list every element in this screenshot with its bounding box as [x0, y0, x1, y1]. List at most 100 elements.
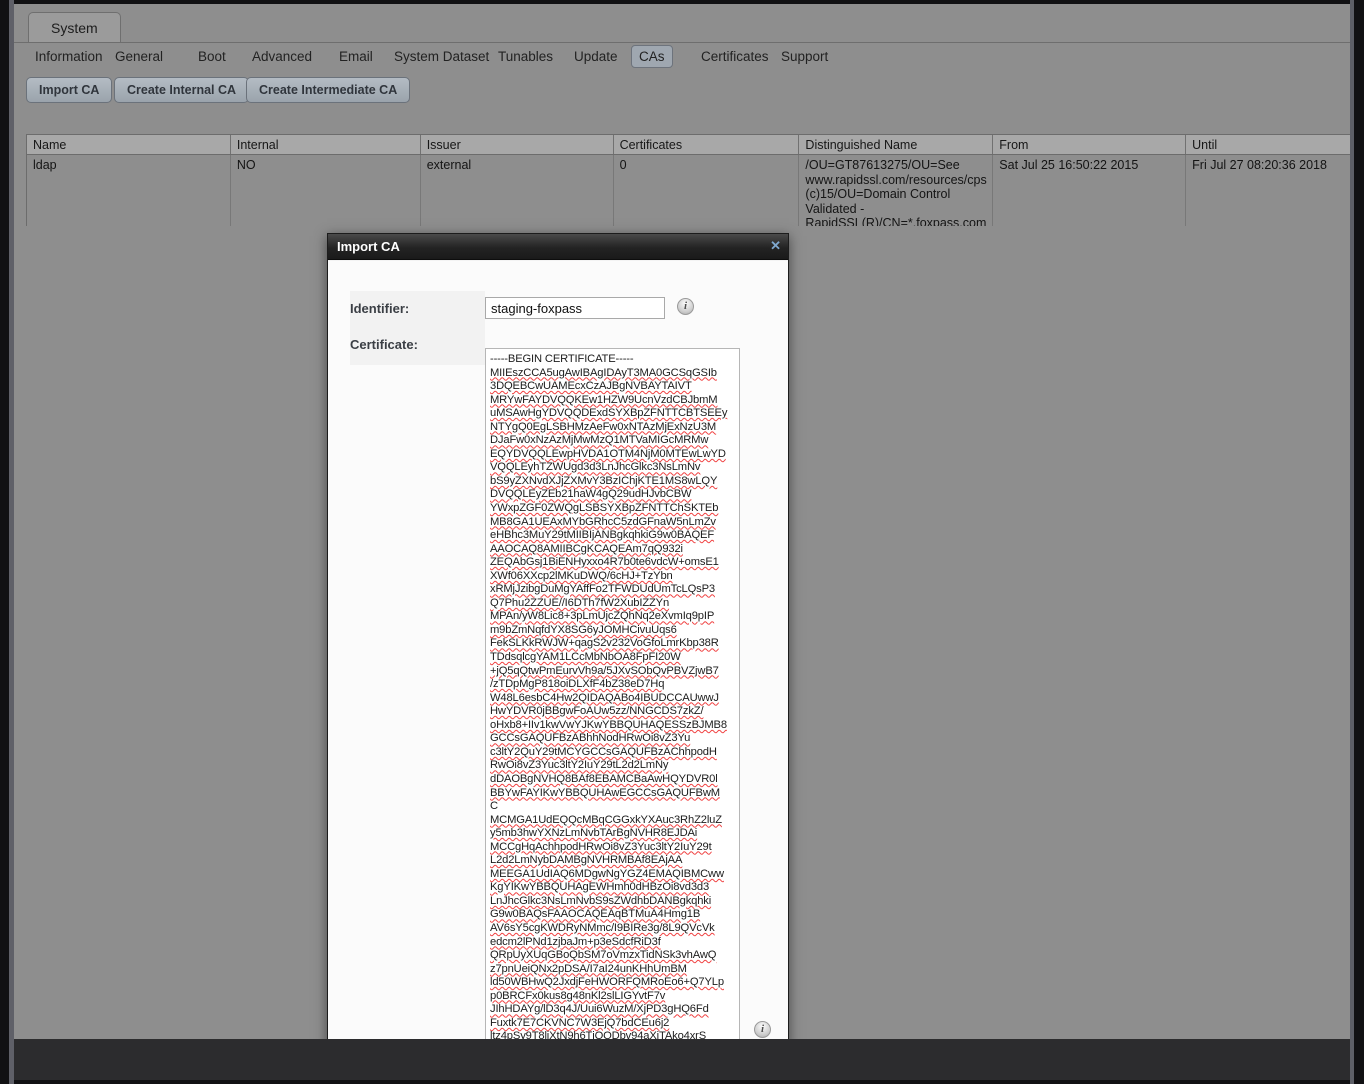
certificate-line: QRpUyXUqGBoQbSM7oVmzxTidNSk3vhAwQ [490, 949, 717, 962]
create-intermediate-ca-button[interactable]: Create Intermediate CA [246, 77, 411, 103]
certificate-line: m9bZmNqfdYX8SG6yJOMHCivuUqs6 [490, 623, 677, 636]
certificate-line: MB8GA1UEAxMYbGRhcC5zdGFnaW5nLmZv [490, 515, 716, 528]
import-ca-button[interactable]: Import CA [26, 77, 113, 103]
dialog-title: Import CA [337, 239, 400, 254]
sub-navigation: Information General Boot Advanced Email Syste… [14, 43, 1350, 70]
nav-item-system-dataset[interactable]: System Dataset [387, 46, 496, 67]
column-header-distinguished-name[interactable]: Distinguished Name [799, 135, 994, 154]
close-icon[interactable]: ✕ [770, 239, 781, 253]
certificate-line: MIIEszCCA5ugAwIBAgIDAyT3MA0GCSqGSIb [490, 366, 717, 379]
cell-issuer: external [421, 155, 614, 226]
nav-item-update[interactable]: Update [567, 46, 625, 67]
certificate-line: -----BEGIN CERTIFICATE----- [490, 353, 634, 365]
certificate-line: p0BRCFx0kus8g48nKl2slLIGYvtF7v [490, 989, 666, 1002]
certificate-line: GCCsGAQUFBzABhhNodHRwOi8vZ3Yu [490, 732, 691, 745]
page-viewport: System Information General Boot Advanced Ema… [14, 4, 1350, 1039]
identifier-label: Identifier: [350, 301, 410, 316]
browser-right-edge [1350, 0, 1354, 1084]
certificate-line: z7pnUeiQNx2pDSA/I7aI24unKHhUmBM [490, 962, 687, 975]
certificate-line: YWxpZGF0ZWQgLSBSYXBpZFNTTChSKTEb [490, 502, 719, 515]
tab-strip: System [14, 4, 1350, 43]
column-header-from[interactable]: From [993, 135, 1187, 154]
certificate-line: +jQ5qQtwPmEurvVh9a/5JXvSObQvPBVZjwB7 [490, 664, 719, 677]
certificate-line: DVQQLEyZEb21haW4gQ29udHJvbCBW [490, 488, 692, 501]
nav-item-support[interactable]: Support [774, 46, 835, 67]
certificate-line: y5mb3hwYXNzLmNvbTArBgNVHR8EJDAi [490, 827, 698, 840]
certificate-line: dDAOBgNVHQ8BAf8EBAMCBaAwHQYDVR0l [490, 772, 718, 785]
certificate-line: ZEQAbGsj1BiENHyxxo4R7b0te6vdcW+omsE1 [490, 556, 719, 569]
certificate-line: ld50WBHwQ2JxdjFeHWORFQMRoEo6+Q7YLp [490, 976, 724, 989]
action-toolbar: Import CA Create Internal CA Create Interm… [14, 70, 1350, 112]
nav-item-email[interactable]: Email [332, 46, 380, 67]
cell-name: ldap [27, 155, 231, 226]
certificate-line: XWf06XXcp2lMKuDWQ/6cHJ+TzYbn [490, 569, 673, 582]
certificate-text: -----BEGIN CERTIFICATE----- MIIEszCCA5ugA… [490, 353, 735, 1039]
certificate-line: ltz4pSy9T8liXtN9h6TjQQDbv94aXiTAko4xrS [490, 1030, 707, 1039]
certificate-line: /zTDpMgP818oiDLXfF4bZ38eD7Hq [490, 678, 665, 691]
dialog-title-bar: Import CA ✕ [328, 234, 788, 260]
column-header-internal[interactable]: Internal [231, 135, 421, 154]
window-footer-bar [14, 1039, 1350, 1080]
certificate-line: eHBhc3MuY29tMIIBIjANBgkqhkiG9w0BAQEF [490, 529, 715, 542]
column-header-until[interactable]: Until [1186, 135, 1350, 154]
cell-from: Sat Jul 25 16:50:22 2015 [993, 155, 1187, 226]
nav-item-certificates[interactable]: Certificates [694, 46, 776, 67]
cell-until: Fri Jul 27 08:20:36 2018 [1186, 155, 1350, 226]
info-icon-identifier[interactable]: i [677, 298, 694, 315]
table-row[interactable]: ldap NO external 0/OU=GT87613275/OU=See www… [27, 155, 1350, 226]
certificate-line: Q7Phu2ZZUE//I6DTh7fW2XubIZZYn [490, 596, 670, 609]
identifier-input[interactable] [485, 297, 665, 319]
certificate-line: MCCgHqAchhpodHRwOi8vZ3Yuc3ltY2IuY29t [490, 840, 712, 853]
certificate-line: xRMjJzibgDuMgYAffFo2TFWDUdUmTcLQsP3 [490, 583, 715, 596]
certificate-line: Fuxtk7E7CKVNC7W3EjQ7bdCEu6j2 [490, 1016, 670, 1029]
certificate-line: JIhHDAYg/lD3q4J/Uui6WuzM/XjPD3gHQ6Fd [490, 1003, 709, 1016]
certificate-line: c3ltY2QuY29tMCYGCCsGAQUFBzAChhpodH [490, 745, 717, 758]
certificate-line: VQQLEyhTZWUgd3d3LnJhcGlkc3NsLmNv [490, 461, 701, 474]
certificate-textarea[interactable]: -----BEGIN CERTIFICATE----- MIIEszCCA5ugA… [485, 348, 740, 1039]
nav-item-general[interactable]: General [108, 46, 170, 67]
certificate-line: bS9yZXNvdXJjZXMvY3BzIChjKTE1MS8wLQY [490, 474, 718, 487]
column-header-certificates[interactable]: Certificates [614, 135, 800, 154]
import-ca-dialog: Import CA ✕ Identifier: i Certificate: -… [327, 233, 789, 1039]
cell-certificates: 0 [614, 155, 800, 226]
nav-item-advanced[interactable]: Advanced [245, 46, 319, 67]
certificate-line: W48L6esbC4Hw2QIDAQABo4IBUDCCAUwwJ [490, 691, 719, 704]
certificate-line: FekSLKkRWJW+qagS2v232VoGfoLmrKbp38R [490, 637, 719, 650]
certificate-line: NTYgQ0EgLSBHMzAeFw0xNTAzMjExNzU3M [490, 420, 717, 433]
certificate-line: RwOi8vZ3Yuc3ltY2IuY29tL2d2LmNy [490, 759, 669, 772]
table-body: ldap NO external 0/OU=GT87613275/OU=See www… [27, 155, 1350, 226]
certificate-line: BBYwFAYIKwYBBQUHAwEGCCsGAQUFBwM [490, 786, 720, 799]
nav-item-boot[interactable]: Boot [191, 46, 233, 67]
nav-item-cas[interactable]: CAs [631, 45, 673, 68]
certificate-line: MEEGA1UdIAQ6MDgwNgYGZ4EMAQIBMCww [490, 867, 724, 880]
certificate-line: MPAn/yW8Lic8+3pLmUjcZQhNq2eXvmIq9pIP [490, 610, 715, 623]
certificate-label: Certificate: [350, 337, 418, 352]
tab-system[interactable]: System [28, 12, 121, 43]
certificate-line: C [490, 800, 498, 813]
cell-distinguished-name: /OU=GT87613275/OU=See www.rapidssl.com/r… [799, 155, 994, 226]
screen: System Information General Boot Advanced Ema… [0, 0, 1364, 1084]
certificate-line: AV6sY5cgKWDRyNMmc/I9BIRe3g/8L9QVcVk [490, 921, 715, 934]
certificate-line: L2d2LmNybDAMBgNVHRMBAf8EAjAA [490, 854, 683, 867]
cell-internal: NO [231, 155, 421, 226]
ca-table: Name Internal Issuer Certificates Distinguis… [26, 134, 1350, 226]
certificate-line: 3DQEBCwUAMEcxCzAJBgNVBAYTAIVT [490, 380, 692, 393]
certificate-line: EQYDVQQLEwpHVDA1OTM4NjM0MTEwLwYD [490, 447, 726, 460]
table-header-row: Name Internal Issuer Certificates Distinguis… [27, 135, 1350, 154]
column-header-issuer[interactable]: Issuer [421, 135, 614, 154]
certificate-line: TDdsqlcgYAM1LCcMbNbOA8FpFI20W [490, 651, 681, 664]
certificate-line: DJaFw0xNzAzMjMwMzQ1MTVaMIGcMRMw [490, 434, 709, 447]
dialog-body: Identifier: i Certificate: -----BEGIN CE… [328, 261, 788, 1039]
certificate-line: uMSAwHgYDVQQDExdSYXBpZFNTTCBTSEEy [490, 407, 728, 420]
certificate-line: G9w0BAQsFAAOCAQEAqBTMuA4Hmg1B [490, 908, 701, 921]
create-internal-ca-button[interactable]: Create Internal CA [114, 77, 250, 103]
certificate-line: MRYwFAYDVQQKEw1HZW9UcnVzdCBJbmM [490, 393, 718, 406]
certificate-line: edcm2lPNd1zjbaJm+p3eSdcfRiD3f [490, 935, 661, 948]
nav-item-information[interactable]: Information [28, 46, 110, 67]
column-header-name[interactable]: Name [27, 135, 231, 154]
info-icon-certificate[interactable]: i [754, 1021, 771, 1038]
certificate-line: oHxb8+IIv1kwVwYJKwYBBQUHAQESSzBJMB8 [490, 718, 727, 731]
certificate-line: LnJhcGlkc3NsLmNvbS9sZWdhbDANBgkqhki [490, 894, 712, 907]
nav-item-tunables[interactable]: Tunables [491, 46, 560, 67]
certificate-line: KgYIKwYBBQUHAgEWHmh0dHBzOi8vd3d3 [490, 881, 710, 894]
